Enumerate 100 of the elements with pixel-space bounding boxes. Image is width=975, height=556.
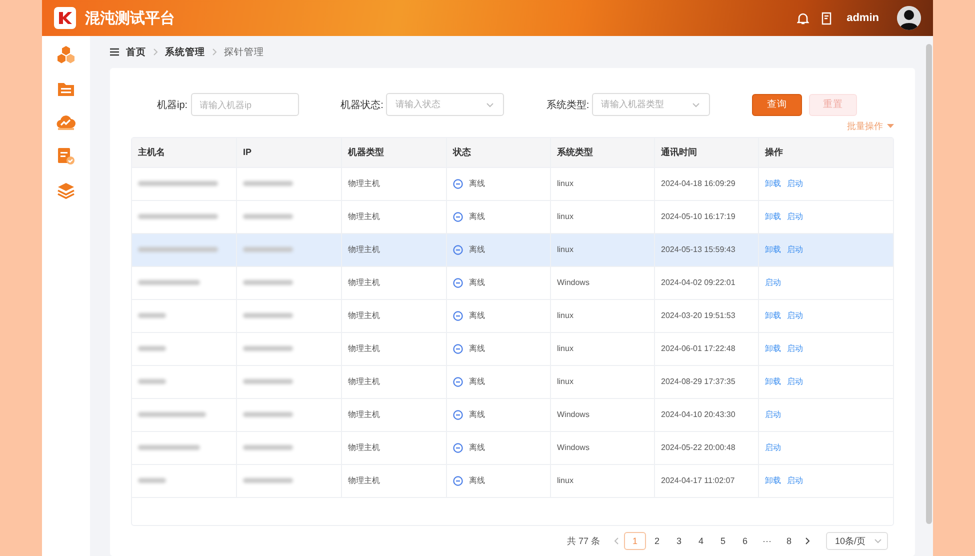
column-header: 通讯时间 <box>655 138 759 167</box>
document-check-icon[interactable] <box>57 147 75 165</box>
status-text: 离线 <box>469 475 485 486</box>
status-text: 离线 <box>469 277 485 288</box>
table-cell: 物理主机 <box>342 168 447 200</box>
caret-icon <box>887 124 894 129</box>
action-link[interactable]: 卸载 <box>765 244 781 256</box>
page-button[interactable]: 3 <box>668 532 690 550</box>
blurred-text <box>138 280 200 286</box>
action-link[interactable]: 启动 <box>787 310 803 322</box>
blurred-text <box>243 346 293 352</box>
page-button[interactable]: 6 <box>734 532 756 550</box>
offline-icon <box>453 476 463 486</box>
table-row[interactable]: 物理主机 离线 linux 2024-06-01 17:22:48 卸载 启动 <box>132 332 893 366</box>
blurred-text <box>243 247 293 252</box>
action-link[interactable]: 卸载 <box>765 178 781 190</box>
table-cell: 2024-05-10 16:17:19 <box>655 200 759 233</box>
page-button[interactable]: 5 <box>712 532 734 550</box>
page-button[interactable]: 8 <box>778 532 800 550</box>
action-link[interactable]: 启动 <box>765 277 781 288</box>
chevron-icon <box>212 48 217 56</box>
status-text: 离线 <box>469 376 485 388</box>
offline-icon <box>453 278 463 288</box>
offline-icon <box>453 442 463 453</box>
table-cell: 2024-06-01 17:22:48 <box>655 332 759 365</box>
table-cell: linux <box>551 300 655 332</box>
action-link[interactable]: 卸载 <box>765 475 781 486</box>
cloud-chart-icon[interactable] <box>56 114 76 130</box>
table-cell: 2024-04-18 16:09:29 <box>655 168 759 200</box>
blurred-text <box>243 280 293 286</box>
table-cell: linux <box>551 366 655 398</box>
table-cell: linux <box>551 200 655 233</box>
select-field[interactable]: 请输入状态 <box>386 93 504 116</box>
input-field[interactable]: 请输入机器ip <box>190 93 299 116</box>
action-link[interactable]: 启动 <box>787 178 803 190</box>
filter-label: 系统类型: <box>546 98 590 112</box>
cubes-icon[interactable] <box>57 46 75 64</box>
breadcrumb-item[interactable]: 系统管理 <box>165 46 205 58</box>
table-cell: 2024-04-10 20:43:30 <box>655 398 759 431</box>
status-text: 离线 <box>469 310 485 322</box>
table-cell: 物理主机 <box>342 432 447 464</box>
table-cell: linux <box>551 168 655 200</box>
app-title: 混沌测试平台 <box>85 8 176 28</box>
blurred-text <box>138 379 166 384</box>
table-row[interactable]: 物理主机 离线 linux 2024-05-13 15:59:43 卸载 启动 <box>132 234 893 267</box>
breadcrumb-item: 探针管理 <box>224 46 264 58</box>
select-field[interactable]: 请输入机器类型 <box>592 93 710 116</box>
batch-dropdown[interactable]: 批量操作 <box>847 120 894 133</box>
table-cell: 2024-08-29 17:37:35 <box>655 366 759 398</box>
blurred-text <box>243 181 293 186</box>
table-row[interactable]: 物理主机 离线 linux 2024-04-17 11:02:07 卸载 启动 <box>132 464 893 498</box>
layers-icon[interactable] <box>57 182 75 199</box>
status-text: 离线 <box>469 211 485 222</box>
table-cell: 物理主机 <box>342 332 447 365</box>
action-link[interactable]: 卸载 <box>765 376 781 388</box>
action-link[interactable]: 启动 <box>787 211 803 222</box>
column-header: 机器类型 <box>342 138 447 167</box>
table-row[interactable]: 物理主机 离线 Windows 2024-04-02 09:22:01 启动 <box>132 266 893 300</box>
avatar-icon[interactable] <box>897 6 921 30</box>
action-link[interactable]: 卸载 <box>765 211 781 222</box>
filter-label: 机器ip: <box>157 98 188 112</box>
blurred-text <box>138 412 206 418</box>
menu-icon[interactable] <box>110 48 119 56</box>
column-header: IP <box>237 138 342 167</box>
page-button[interactable]: 2 <box>646 532 668 550</box>
status-text: 离线 <box>469 178 485 190</box>
action-link[interactable]: 启动 <box>765 442 781 454</box>
action-link[interactable]: 启动 <box>787 244 803 256</box>
table-row[interactable]: 物理主机 离线 linux 2024-04-18 16:09:29 卸载 启动 <box>132 168 893 201</box>
action-link[interactable]: 启动 <box>765 409 781 420</box>
page-button[interactable]: ··· <box>756 532 778 550</box>
column-header: 主机名 <box>132 138 237 167</box>
table-row[interactable]: 物理主机 离线 linux 2024-03-20 19:51:53 卸载 启动 <box>132 300 893 333</box>
blurred-text <box>138 313 166 318</box>
action-link[interactable]: 启动 <box>787 343 803 354</box>
action-link[interactable]: 卸载 <box>765 343 781 354</box>
folder-icon[interactable] <box>57 81 75 97</box>
blurred-text <box>243 412 293 418</box>
table-row[interactable]: 物理主机 离线 linux 2024-08-29 17:37:35 卸载 启动 <box>132 366 893 399</box>
document-icon[interactable] <box>820 12 833 24</box>
bell-icon[interactable] <box>796 12 809 24</box>
action-link[interactable]: 卸载 <box>765 310 781 322</box>
table-row[interactable]: 物理主机 离线 Windows 2024-04-10 20:43:30 启动 <box>132 398 893 432</box>
query-button[interactable]: 查询 <box>752 94 802 116</box>
table-cell: 2024-05-13 15:59:43 <box>655 234 759 266</box>
username[interactable]: admin <box>846 12 879 24</box>
table-row[interactable]: 物理主机 离线 Windows 2024-05-22 20:00:48 启动 <box>132 432 893 465</box>
action-link[interactable]: 启动 <box>787 376 803 388</box>
page-button[interactable]: 4 <box>690 532 712 550</box>
page-button[interactable]: 1 <box>624 532 646 550</box>
page-size-select[interactable]: 10条/页 <box>826 532 888 550</box>
table-cell: 2024-05-22 20:00:48 <box>655 432 759 464</box>
status-text: 离线 <box>469 343 485 354</box>
offline-icon <box>453 344 463 354</box>
offline-icon <box>453 178 463 189</box>
breadcrumb-item[interactable]: 首页 <box>126 46 146 58</box>
action-link[interactable]: 启动 <box>787 475 803 486</box>
table-cell: 2024-04-17 11:02:07 <box>655 464 759 497</box>
status-text: 离线 <box>469 244 485 256</box>
column-header: 系统类型 <box>551 138 655 167</box>
